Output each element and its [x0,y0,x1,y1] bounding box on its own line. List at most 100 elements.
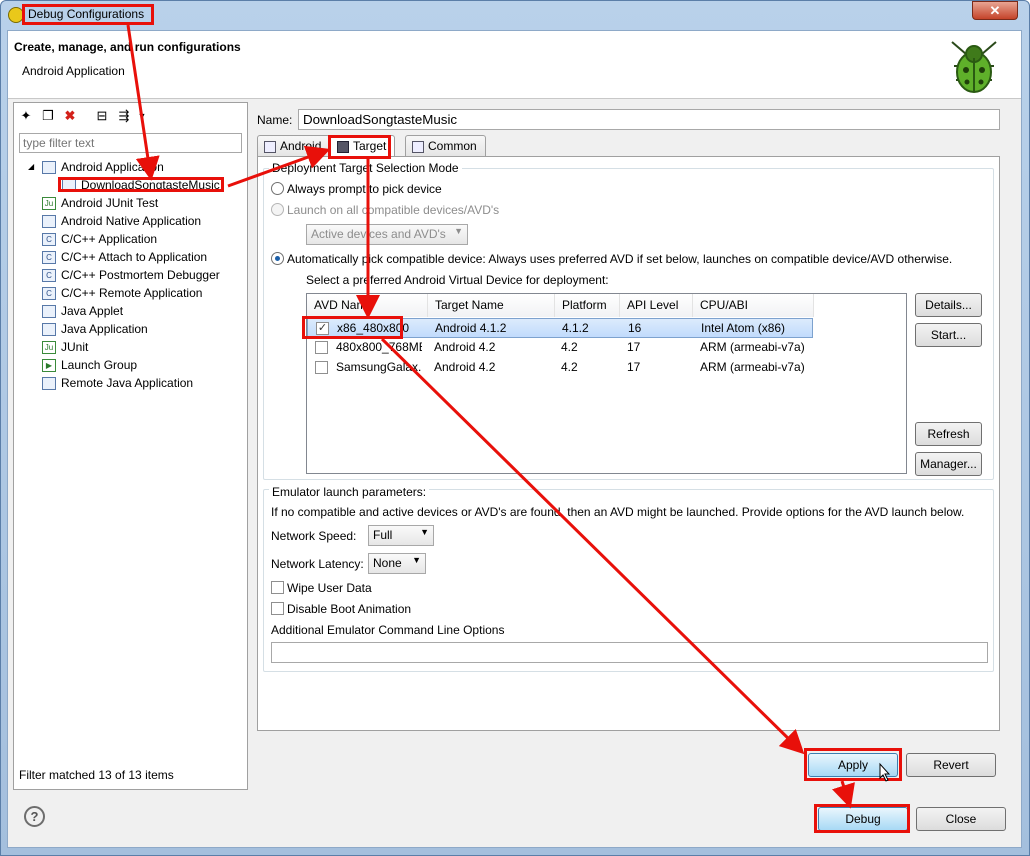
launch-group-icon: ▶ [42,359,56,373]
tree-item-java-application[interactable]: Java Application [42,320,148,338]
network-speed-select[interactable]: Full ▼ [368,525,434,546]
c-postmortem-icon: C [42,269,56,283]
column-api-level[interactable]: API Level [620,294,693,317]
tree-item-android-native-application[interactable]: Android Native Application [42,212,201,230]
manager-button[interactable]: Manager... [915,452,982,476]
filter-config-icon[interactable]: ⇶ [116,108,132,124]
avd-cell-target: Android 4.2 [434,340,496,354]
annotation-box-avd [302,316,403,339]
wipe-user-data-checkbox[interactable] [271,581,284,594]
junit-icon: Ju [42,341,56,355]
avd-cell-cpu: ARM (armeabi-v7a) [700,360,805,374]
tree-item-label: Java Application [61,322,148,336]
tree-item-android-application[interactable]: ◢ Android Application [28,158,164,176]
android-app-icon [42,161,56,175]
tree-item-label: C/C++ Application [61,232,158,246]
bug-icon [951,41,997,93]
tab-android[interactable]: Android [257,135,331,157]
java-app-icon [42,323,56,337]
tree-item-label: Android Application [61,160,164,174]
native-app-icon [42,215,56,229]
annotation-box-config [58,177,224,192]
tree-item-label: C/C++ Remote Application [61,286,203,300]
tree-item-launch-group[interactable]: ▶ Launch Group [42,356,137,374]
disable-boot-animation-checkbox[interactable] [271,602,284,615]
c-remote-icon: C [42,287,56,301]
column-target-name[interactable]: Target Name [428,294,555,317]
cmdline-input[interactable] [271,642,988,663]
tree-item-java-applet[interactable]: Java Applet [42,302,123,320]
launch-all-radio[interactable] [271,203,284,216]
tree-item-c-c-remote-application[interactable]: C C/C++ Remote Application [42,284,202,302]
close-button[interactable]: Close [916,807,1006,831]
emulator-group-title: Emulator launch parameters: [269,485,430,499]
tree-item-junit[interactable]: Ju JUnit [42,338,88,356]
avd-cell-target: Android 4.2 [434,360,496,374]
avd-cell-name: SamsungGalax... [336,360,422,374]
always-prompt-radio[interactable] [271,182,284,195]
tree-item-label: JUnit [61,340,89,354]
tree-item-c-c-postmortem-debugger[interactable]: C C/C++ Postmortem Debugger [42,266,220,284]
view-menu-chevron-down-icon[interactable]: ▼ [134,108,150,124]
tree-item-android-junit-test[interactable]: Ju Android JUnit Test [42,194,158,212]
help-icon[interactable]: ? [24,806,45,827]
avd-select-label: Select a preferred Android Virtual Devic… [306,273,609,287]
avd-row[interactable]: 480x800_768MB Android 4.2 4.2 17 ARM (armeab… [307,338,813,358]
annotation-box-apply [804,748,902,781]
cmdline-label: Additional Emulator Command Line Options [271,623,505,637]
annotation-box-title [22,4,154,25]
tree-item-label: Launch Group [61,358,138,372]
c-app-icon: C [42,233,56,247]
tree-item-label: Remote Java Application [61,376,194,390]
deployment-group-title: Deployment Target Selection Mode [269,161,462,175]
column-cpu-abi[interactable]: CPU/ABI [693,294,814,317]
filter-input[interactable] [19,133,242,153]
filter-status: Filter matched 13 of 13 items [19,768,174,782]
column-avd-name[interactable]: AVD Name [307,294,428,317]
active-devices-combo[interactable]: Active devices and AVD's ▼ [306,224,468,245]
avd-cell-cpu: ARM (armeabi-v7a) [700,340,805,354]
column-platform[interactable]: Platform [555,294,620,317]
emulator-info-text: If no compatible and active devices or A… [271,505,965,519]
network-latency-select[interactable]: None ▼ [368,553,426,574]
common-tab-icon [412,140,424,153]
tab-common[interactable]: Common [405,135,486,157]
tree-item-label: Android Native Application [61,214,202,228]
avd-row[interactable]: SamsungGalax... Android 4.2 4.2 17 ARM (arme… [307,358,813,378]
window-close-button[interactable]: ✕ [972,1,1018,20]
avd-checkbox[interactable] [315,361,328,374]
revert-button[interactable]: Revert [906,753,996,777]
tree-item-c-c-application[interactable]: C C/C++ Application [42,230,157,248]
avd-cell-cpu: Intel Atom (x86) [701,321,786,335]
annotation-box-debug [814,804,910,833]
name-label: Name: [257,113,293,127]
tree-item-label: Java Applet [61,304,124,318]
collapse-all-icon[interactable]: ⊟ [94,108,110,124]
tree-item-label: Android JUnit Test [61,196,159,210]
chevron-down-icon: ▼ [454,226,463,236]
always-prompt-label: Always prompt to pick device [287,182,442,196]
network-speed-label: Network Speed: [271,529,357,543]
disable-boot-animation-label: Disable Boot Animation [287,602,412,616]
launch-all-label: Launch on all compatible devices/AVD's [287,203,500,217]
tree-item-c-c-attach-to-application[interactable]: C C/C++ Attach to Application [42,248,207,266]
tree-item-label: C/C++ Attach to Application [61,250,208,264]
start-button[interactable]: Start... [915,323,982,347]
tree-item-label: C/C++ Postmortem Debugger [61,268,220,282]
auto-pick-label: Automatically pick compatible device: Al… [287,252,953,266]
chevron-down-icon: ▼ [420,527,429,537]
chevron-down-icon: ▼ [412,555,421,565]
new-config-icon[interactable]: ✦ [18,108,34,124]
refresh-button[interactable]: Refresh [915,422,982,446]
junit-icon: Ju [42,197,56,211]
delete-config-icon[interactable]: ✖ [62,108,78,124]
config-name-input[interactable] [298,109,1000,130]
auto-pick-radio[interactable] [271,252,284,265]
tree-item-remote-java-application[interactable]: Remote Java Application [42,374,193,392]
expand-icon[interactable]: ◢ [28,158,34,176]
avd-checkbox[interactable] [315,341,328,354]
duplicate-config-icon[interactable]: ❐ [40,108,56,124]
details-button[interactable]: Details... [915,293,982,317]
dialog-title: Create, manage, and run configurations [14,40,241,54]
dialog-subtitle: Android Application [22,64,125,78]
